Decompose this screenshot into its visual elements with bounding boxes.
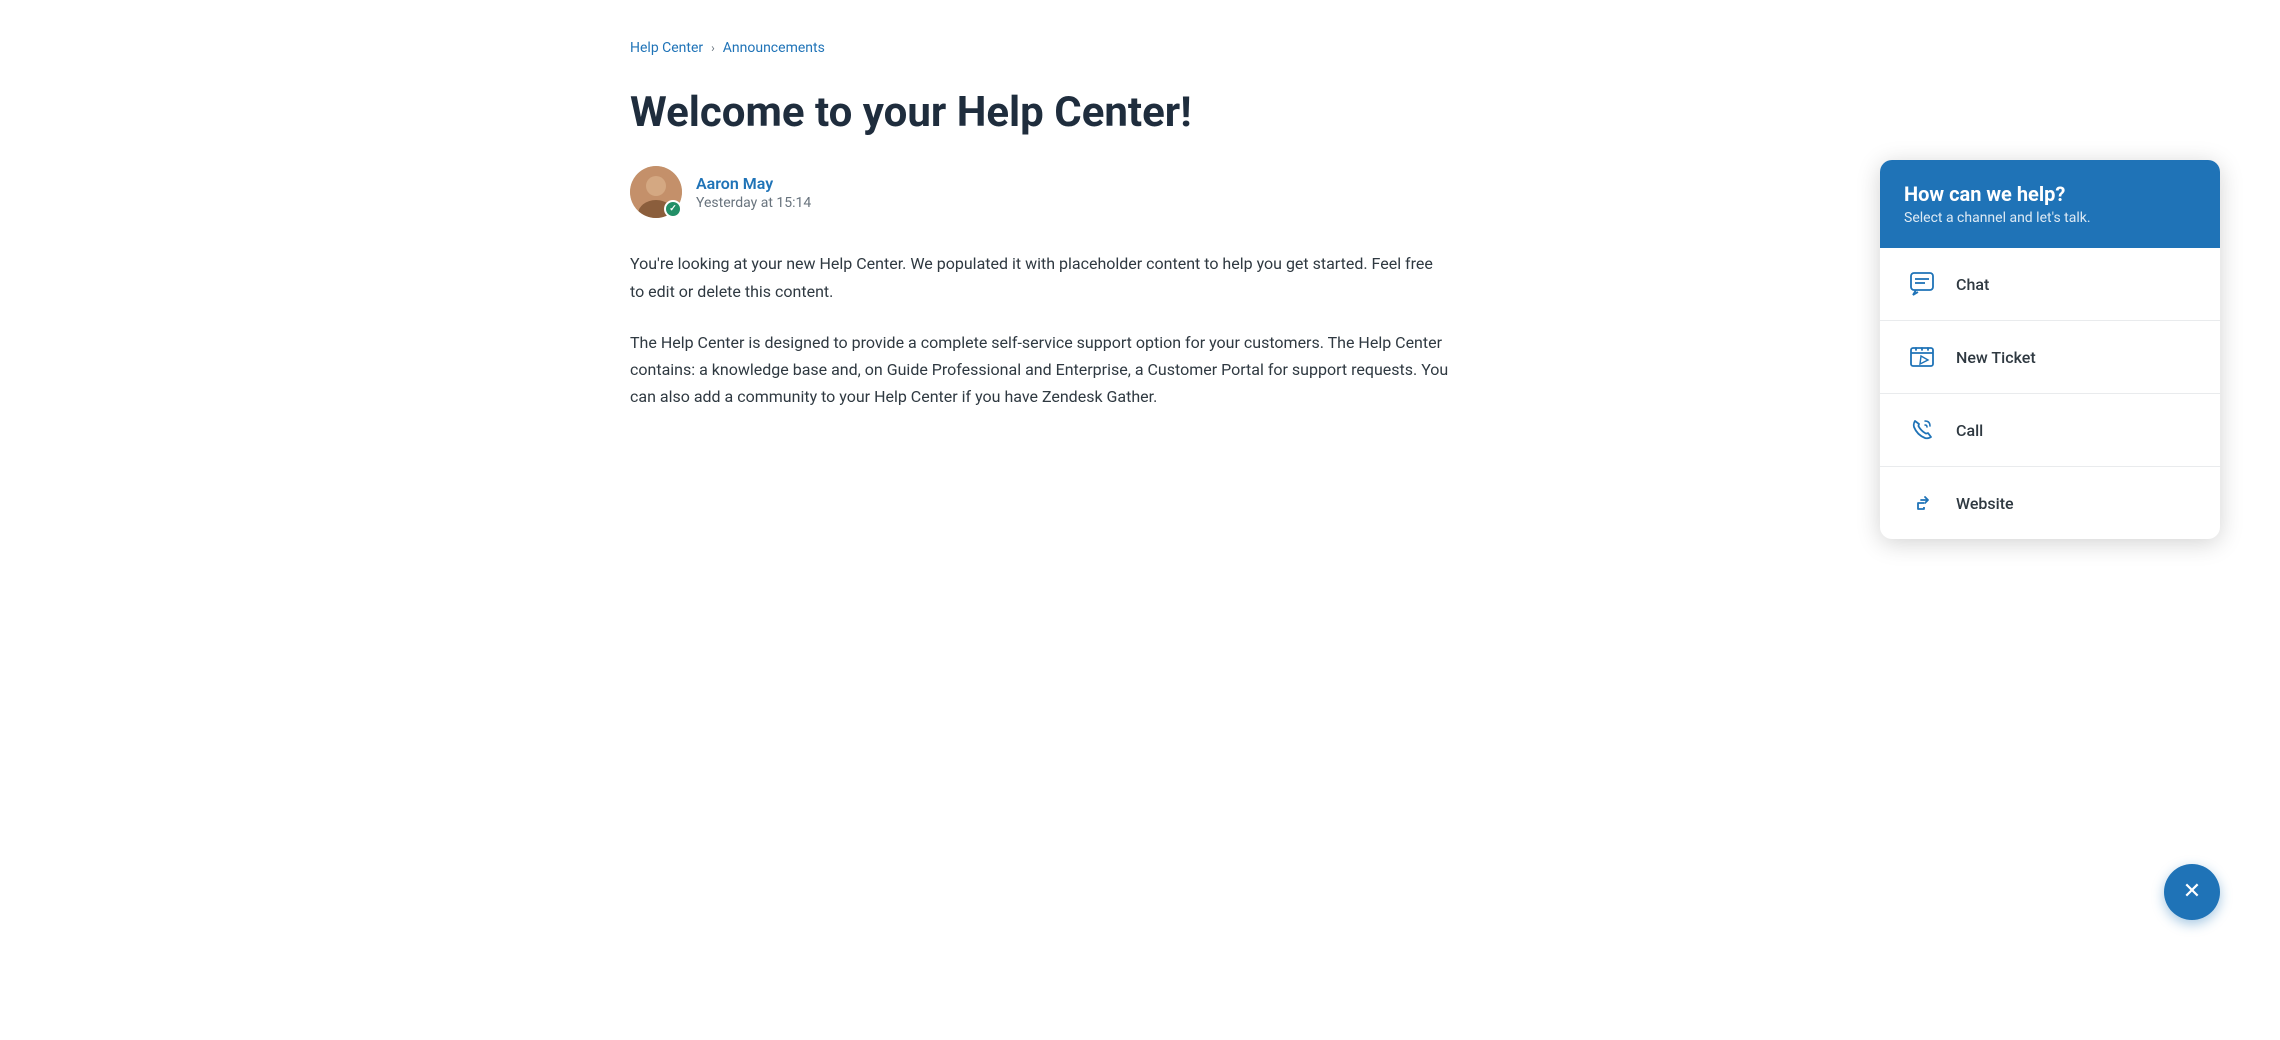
website-label: Website [1956, 494, 2014, 513]
avatar-badge: ✓ [664, 200, 682, 218]
chat-icon [1904, 266, 1940, 302]
widget-header: How can we help? Select a channel and le… [1880, 160, 2220, 248]
widget-header-title: How can we help? [1904, 182, 2196, 206]
ticket-icon [1904, 339, 1940, 375]
article-paragraph-2: The Help Center is designed to provide a… [630, 329, 1450, 411]
call-icon [1904, 412, 1940, 448]
avatar: ✓ [630, 166, 682, 218]
widget-options: Chat New Ticket [1880, 248, 2220, 539]
page-title: Welcome to your Help Center! [630, 88, 1650, 138]
widget-option-new-ticket[interactable]: New Ticket [1880, 321, 2220, 394]
chat-svg [1908, 270, 1936, 298]
ticket-svg [1908, 343, 1936, 371]
website-svg [1908, 489, 1936, 517]
call-label: Call [1956, 421, 1983, 440]
widget-container: How can we help? Select a channel and le… [1880, 160, 2220, 539]
author-date: Yesterday at 15:14 [696, 195, 811, 211]
widget-panel: How can we help? Select a channel and le… [1880, 160, 2220, 539]
widget-option-chat[interactable]: Chat [1880, 248, 2220, 321]
author-name[interactable]: Aaron May [696, 174, 811, 193]
chat-label: Chat [1956, 275, 1989, 294]
breadcrumb-current[interactable]: Announcements [723, 40, 825, 56]
widget-header-subtitle: Select a channel and let's talk. [1904, 210, 2196, 226]
breadcrumb-separator: › [711, 41, 715, 55]
page-container: Help Center › Announcements Welcome to y… [570, 0, 1710, 474]
close-icon: ✕ [2183, 881, 2201, 903]
breadcrumb-home[interactable]: Help Center [630, 40, 703, 56]
author-info: Aaron May Yesterday at 15:14 [696, 174, 811, 211]
widget-option-website[interactable]: Website [1880, 467, 2220, 539]
call-svg [1908, 416, 1936, 444]
article-body: You're looking at your new Help Center. … [630, 250, 1450, 410]
article-paragraph-1: You're looking at your new Help Center. … [630, 250, 1450, 304]
widget-option-call[interactable]: Call [1880, 394, 2220, 467]
website-icon [1904, 485, 1940, 521]
new-ticket-label: New Ticket [1956, 348, 2036, 367]
author-row: ✓ Aaron May Yesterday at 15:14 [630, 166, 1650, 218]
breadcrumb: Help Center › Announcements [630, 40, 1650, 56]
widget-close-button[interactable]: ✕ [2164, 864, 2220, 920]
